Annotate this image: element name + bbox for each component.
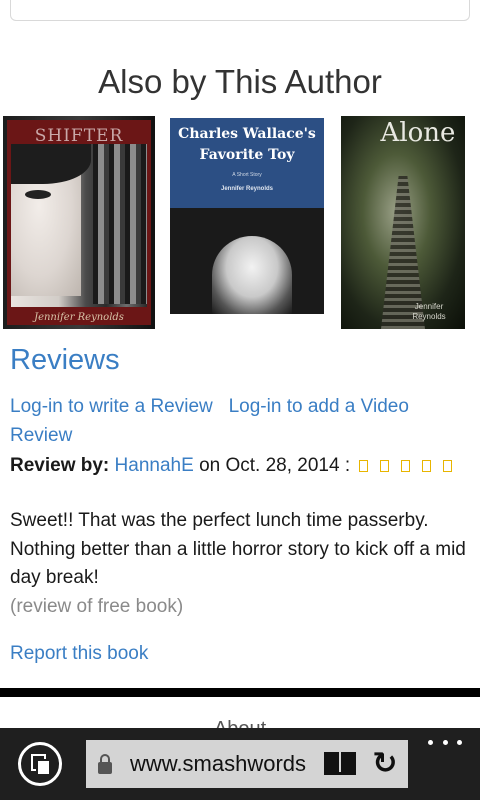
section-divider [0,688,480,697]
book-covers-row: SHIFTER Jennifer Reynolds Charles Wallac… [3,116,465,329]
lock-body [98,762,112,774]
cover-author: Jennifer Reynolds [220,186,273,192]
report-book-link[interactable]: Report this book [10,640,148,668]
reading-page-left [324,752,339,774]
cover-eye [25,190,51,199]
lock-icon [98,754,112,774]
review-date: on Oct. 28, 2014 : [199,455,351,476]
more-dot [428,740,433,745]
review-note: (review of free book) [10,596,184,617]
section-title: Also by This Author [98,63,382,100]
browser-toolbar: www.smashwords.com ↻ [0,728,480,800]
star-icon [359,459,369,472]
more-dot [442,740,448,745]
cover-author: Jennifer Reynolds [34,312,124,323]
tab-square-front [36,759,51,776]
review-body: Sweet!! That was the perfect lunch time … [10,510,466,588]
cover-title: SHIFTER [34,126,124,146]
more-dot [457,740,462,745]
write-review-link[interactable]: Log-in to write a Review [10,396,213,417]
more-icon[interactable] [428,740,462,750]
book-cover-charles-wallace[interactable]: Charles Wallace's Favorite Toy A Short S… [157,116,339,329]
star-icon [443,459,453,472]
reviewer-link[interactable]: HannahE [115,455,194,476]
cover-trees [93,144,147,304]
reviews-heading: Reviews [10,344,120,376]
star-icon [422,459,432,472]
reading-view-icon[interactable] [324,752,356,776]
url-text[interactable]: www.smashwords.com [130,740,308,788]
reading-base [324,772,356,775]
star-icon [380,459,390,472]
review-actions: Log-in to write a Review Log-in to add a… [10,392,470,450]
refresh-icon[interactable]: ↻ [370,746,400,782]
review-by-label: Review by: [10,455,110,476]
cover-title: Alone [380,118,456,148]
book-cover-shifter[interactable]: SHIFTER Jennifer Reynolds [3,116,155,329]
cover-author: Jennifer Reynolds [412,302,446,321]
previous-section-card [10,0,470,21]
tabs-icon[interactable] [18,742,62,786]
cover-subtitle: A Short Story [232,172,262,178]
reading-page-right [341,752,356,774]
star-icon [401,459,411,472]
cover-cat-image [212,236,292,314]
book-cover-alone[interactable]: Alone Jennifer Reynolds [341,116,465,329]
review-header: Review by: HannahE on Oct. 28, 2014 : [10,451,472,480]
star-rating [355,455,453,476]
cover-title: Charles Wallace's Favorite Toy [178,126,316,163]
cover-book: Charles Wallace's Favorite Toy A Short S… [170,118,324,314]
address-bar[interactable]: www.smashwords.com ↻ [86,740,408,788]
